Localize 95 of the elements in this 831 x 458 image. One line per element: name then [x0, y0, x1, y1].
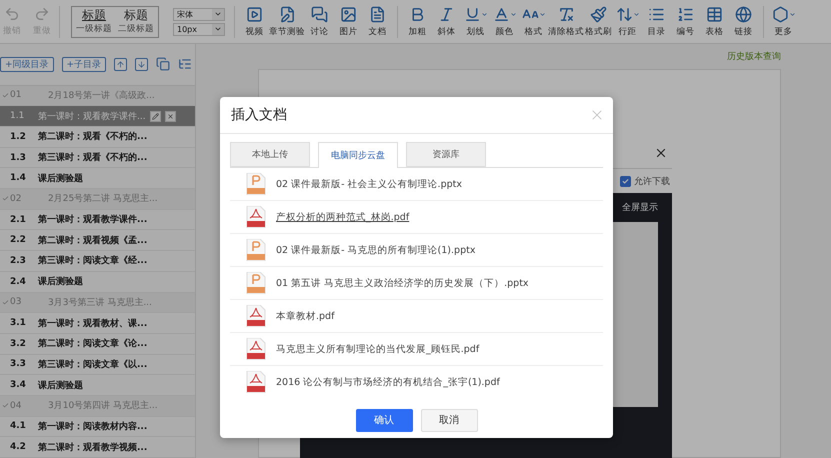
toolbar-button[interactable]: 视频 — [240, 2, 269, 42]
file-name: 产权分析的两种范式_林岗.pdf — [276, 210, 410, 224]
ppt-file-icon — [246, 173, 266, 195]
globe-icon — [735, 6, 752, 22]
lesson-row[interactable]: 3.3 第三课时：阅读文章《以... — [0, 354, 195, 376]
heading-style-button[interactable]: 标题 二级标题 — [118, 6, 154, 36]
pencil-icon — [152, 112, 159, 120]
underline-icon — [464, 6, 480, 22]
shapes-icon — [772, 6, 788, 22]
toolbar-button[interactable]: 表格 — [700, 2, 729, 42]
undo-icon — [4, 6, 20, 22]
heading-style-button[interactable]: 标题 一级标题 — [76, 6, 112, 36]
toolbar-button[interactable]: 行距 — [613, 2, 642, 42]
file-name: 2016 论公有制与市场经济的有机结合_张宇(1).pdf — [276, 376, 500, 388]
pdf-file-icon — [246, 305, 266, 327]
add-sibling-button[interactable]: +同级目录 — [0, 56, 54, 72]
toolbar-button[interactable]: 颜色 — [490, 2, 519, 42]
toolbar-button[interactable]: 划线 — [461, 2, 490, 42]
caret-icon — [788, 10, 796, 18]
chat-bubbles-icon — [311, 6, 328, 22]
pdf-file-icon — [246, 206, 266, 228]
file-name: 02 课件最新版- 马克思的所有制理论(1).pptx — [276, 244, 476, 256]
caret-icon — [510, 10, 516, 18]
file-name: 02 课件最新版- 社会主义公有制理论.pptx — [276, 178, 462, 190]
toolbar-button[interactable]: 目录 — [642, 2, 671, 42]
toolbar-button[interactable]: 文档 — [363, 2, 392, 42]
close-icon — [166, 112, 174, 120]
close-icon[interactable] — [654, 146, 668, 160]
pdf-file-icon — [246, 371, 266, 393]
ppt-file-icon — [246, 272, 266, 294]
clear-format-icon — [558, 6, 574, 22]
toolbar-button[interactable]: 讨论 — [305, 2, 334, 42]
file-row[interactable]: 01 第五讲 马克思主义政治经济学的历史发展（下）.pptx — [230, 267, 603, 300]
file-row[interactable]: 2016 论公有制与市场经济的有机结合_张宇(1).pdf — [230, 366, 603, 394]
file-name: 01 第五讲 马克思主义政治经济学的历史发展（下）.pptx — [276, 276, 529, 290]
dialog-title: 插入文档 — [231, 106, 287, 124]
check-icon — [2, 298, 8, 306]
arrow-up-icon — [116, 60, 126, 69]
move-down-button[interactable] — [135, 58, 148, 71]
document-icon — [369, 6, 386, 22]
italic-icon — [438, 6, 455, 22]
file-row[interactable]: 02 课件最新版- 社会主义公有制理论.pptx — [230, 168, 603, 201]
line-spacing-icon — [616, 6, 632, 22]
check-icon — [2, 402, 8, 410]
check-icon — [2, 195, 8, 202]
table-icon — [706, 6, 723, 22]
caret-icon — [632, 10, 640, 18]
tab[interactable]: 本地上传 — [230, 142, 310, 167]
arrow-down-icon — [137, 60, 146, 69]
tab[interactable]: 资源库 — [406, 142, 486, 167]
file-row[interactable]: 马克思主义所有制理论的当代发展_顾钰民.pdf — [230, 333, 603, 366]
edit-button[interactable] — [150, 110, 161, 122]
lesson-row[interactable]: 4.1 第一课时：阅读教材内容... — [0, 416, 195, 438]
redo-icon — [34, 6, 50, 22]
ppt-file-icon — [246, 239, 266, 261]
caret-icon — [538, 10, 546, 18]
delete-button[interactable] — [164, 110, 176, 122]
text-color-icon — [492, 6, 510, 22]
toolbar-button[interactable]: 章节测验 — [269, 2, 305, 42]
toolbar-button[interactable]: 格式 — [519, 2, 548, 42]
pdf-file-icon — [246, 338, 266, 360]
file-name: 本章教材.pdf — [276, 310, 334, 322]
toolbar-button[interactable]: 编号 — [671, 2, 700, 42]
move-up-button[interactable] — [114, 58, 128, 71]
toolbar-button[interactable]: 更多 — [769, 2, 798, 42]
confirm-button[interactable]: 确认 — [356, 408, 412, 432]
lesson-row[interactable]: 1.3 第三课时：观看《不朽的... — [0, 148, 195, 168]
font-family-select[interactable]: 宋体 — [173, 8, 225, 20]
file-row[interactable]: 02 课件最新版- 马克思的所有制理论(1).pptx — [230, 234, 603, 267]
toolbar-button[interactable]: 斜体 — [432, 2, 461, 42]
numbered-list-icon — [677, 6, 694, 22]
check-icon — [622, 178, 629, 184]
file-row[interactable]: 产权分析的两种范式_林岗.pdf — [230, 201, 603, 234]
font-size-select[interactable]: 10px — [173, 22, 225, 36]
fullscreen-label[interactable]: 全屏显示 — [622, 201, 658, 214]
file-name: 马克思主义所有制理论的当代发展_顾钰民.pdf — [276, 342, 480, 356]
cancel-button[interactable]: 取消 — [420, 408, 478, 432]
toolbar-button[interactable]: 清除格式 — [548, 2, 584, 42]
toolbar-button[interactable]: 链接 — [729, 2, 758, 42]
toolbar-button[interactable]: 加粗 — [403, 2, 432, 42]
check-icon — [2, 92, 8, 99]
toolbar-button[interactable]: 格式刷 — [584, 2, 613, 42]
paintbrush-icon — [590, 6, 607, 22]
video-frame-icon — [246, 6, 263, 22]
list-tree-icon[interactable] — [178, 57, 192, 72]
document-pen-icon — [278, 6, 296, 22]
picture-icon — [340, 6, 357, 22]
copy-icon[interactable] — [156, 57, 170, 72]
allow-download-checkbox[interactable] — [620, 176, 631, 186]
add-child-button[interactable]: +子目录 — [62, 56, 106, 72]
tab[interactable]: 电脑同步云盘 — [318, 142, 398, 168]
allow-download-label: 允许下载 — [634, 176, 670, 188]
caret-icon — [480, 10, 488, 18]
file-row[interactable]: 本章教材.pdf — [230, 300, 603, 333]
toolbar-button[interactable]: 图片 — [334, 2, 363, 42]
